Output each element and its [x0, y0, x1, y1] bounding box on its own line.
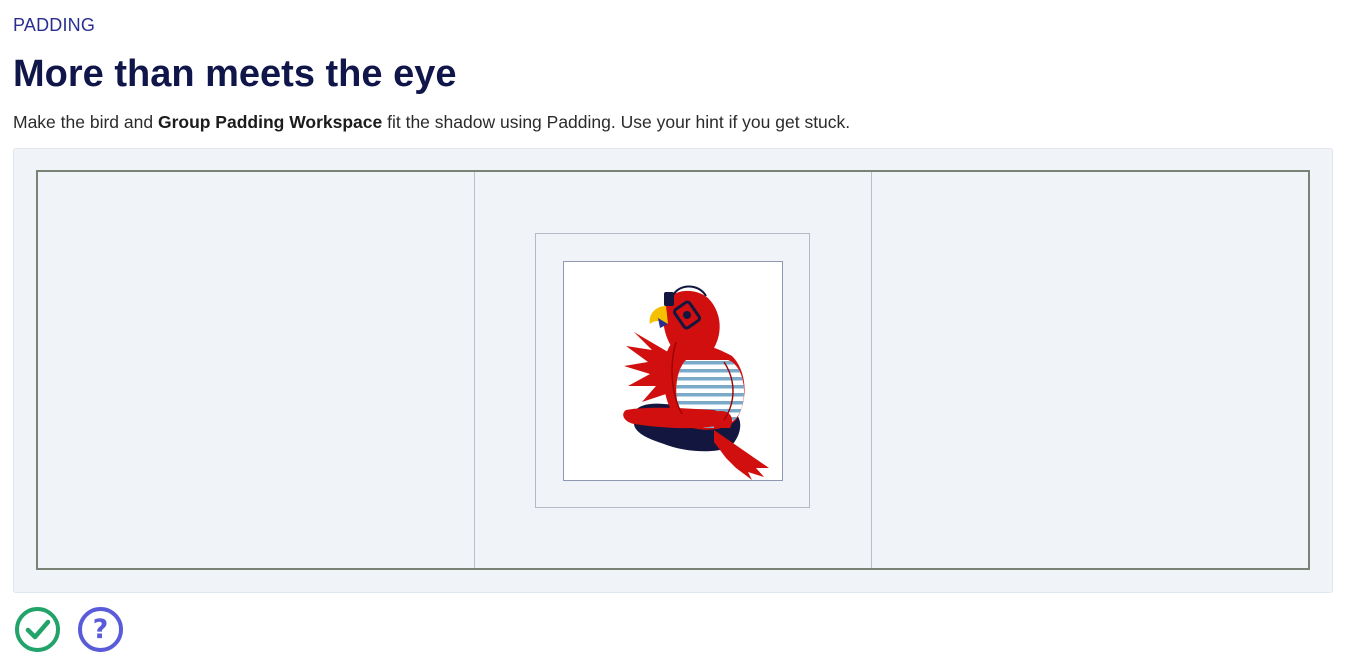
group-padding-workspace: [13, 148, 1333, 593]
instructions-bold: Group Padding Workspace: [157, 112, 383, 132]
check-icon: [25, 619, 50, 639]
action-bar: ?: [15, 607, 123, 652]
column-divider-left: [474, 172, 475, 568]
instructions: Make the bird and Group Padding Workspac…: [13, 112, 850, 133]
check-answer-button[interactable]: [15, 607, 60, 652]
question-icon: ?: [92, 614, 109, 645]
page-title: More than meets the eye: [13, 53, 457, 95]
instructions-suffix: fit the shadow using Padding. Use your h…: [382, 112, 851, 132]
column-divider-right: [871, 172, 872, 568]
lesson-eyebrow: PADDING: [13, 15, 96, 35]
instructions-prefix: Make the bird and: [13, 112, 158, 132]
bird-illustration: [623, 285, 769, 480]
shadow-target-box: [535, 233, 810, 508]
workspace-frame: [36, 170, 1310, 570]
hint-button[interactable]: ?: [78, 607, 123, 652]
bird-group[interactable]: [563, 261, 783, 481]
